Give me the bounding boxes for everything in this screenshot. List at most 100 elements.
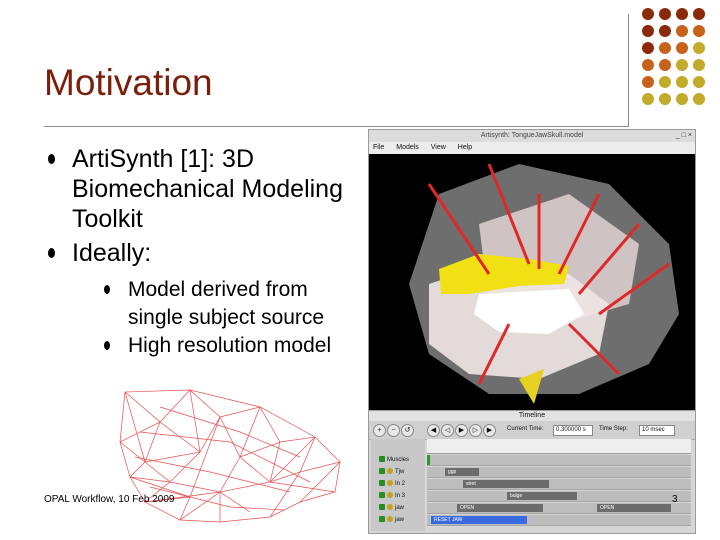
timeline-track[interactable]: OPEN OPEN: [427, 503, 691, 514]
decorative-dot: [659, 8, 671, 20]
track-label[interactable]: In 2: [371, 479, 425, 489]
vertical-divider: [628, 14, 629, 126]
play-icon[interactable]: ▶: [455, 424, 468, 437]
bullet-text: Ideally:: [72, 239, 152, 267]
wireframe-mesh-image: [119, 389, 342, 523]
bullet-icon: [48, 154, 55, 164]
track-toggle-icon[interactable]: [379, 516, 385, 523]
probe-block[interactable]: ggp: [445, 468, 479, 476]
timeline-track[interactable]: bulge: [427, 491, 691, 502]
decorative-dot: [693, 8, 705, 20]
sub-bullet-item: High resolution model: [104, 332, 368, 360]
menu-file[interactable]: File: [373, 144, 384, 151]
step-back-icon[interactable]: ◁: [441, 424, 454, 437]
step-forward-icon[interactable]: ▷: [469, 424, 482, 437]
slide-title: Motivation: [44, 62, 213, 103]
title-divider: [44, 126, 629, 127]
decorative-dot: [676, 42, 688, 54]
probe-block[interactable]: OPEN: [597, 504, 671, 512]
probe-block[interactable]: bulge: [507, 492, 577, 500]
menu-view[interactable]: View: [431, 144, 446, 151]
menu-models[interactable]: Models: [396, 144, 419, 151]
timeline-track[interactable]: [427, 455, 691, 466]
timeline-window: Timeline + − ↺ ◀ ◁ ▶ ▷ ▶ Current Time: 0…: [368, 410, 696, 534]
track-label[interactable]: Muscles: [371, 455, 425, 465]
artisynth-window: Artisynth: TongueJawSkull.model _ □ × Fi…: [368, 129, 696, 411]
current-time-label: Current Time:: [507, 426, 544, 432]
probe-block[interactable]: RESET JAW: [431, 516, 527, 524]
decorative-dot: [693, 93, 705, 105]
zoom-out-icon[interactable]: −: [387, 424, 400, 437]
track-type-icon: [387, 504, 393, 511]
decorative-dot: [693, 59, 705, 71]
zoom-in-icon[interactable]: +: [373, 424, 386, 437]
reset-icon[interactable]: ↺: [401, 424, 414, 437]
rewind-icon[interactable]: ◀: [427, 424, 440, 437]
decorative-dot: [642, 42, 654, 54]
decorative-dot: [659, 42, 671, 54]
track-label[interactable]: In 3: [371, 491, 425, 501]
track-label[interactable]: jaw: [371, 515, 425, 525]
bullet-item: Ideally: Model derived from single subje…: [48, 238, 368, 360]
fast-forward-icon[interactable]: ▶: [483, 424, 496, 437]
track-type-icon: [387, 492, 393, 499]
decorative-dot: [676, 59, 688, 71]
decorative-dot: [693, 42, 705, 54]
bullet-icon: [104, 341, 110, 350]
page-number: 3: [672, 494, 678, 505]
bullet-text: ArtiSynth [1]: 3D Biomechanical Modeling…: [72, 145, 343, 233]
decorative-dot: [676, 93, 688, 105]
timeline-toolbar: + − ↺ ◀ ◁ ▶ ▷ ▶ Current Time: 0.300000 s…: [369, 421, 695, 440]
timeline-title: Timeline: [518, 412, 546, 419]
window-title-bar: Artisynth: TongueJawSkull.model _ □ ×: [369, 130, 695, 142]
decorative-dot: [659, 59, 671, 71]
slide-footer: OPAL Workflow, 10 Feb 2009: [44, 494, 175, 505]
current-time-field[interactable]: 0.300000 s: [553, 425, 593, 436]
3d-jaw-model-viewport[interactable]: [369, 154, 695, 410]
decorative-dot: [659, 93, 671, 105]
track-toggle-icon[interactable]: [379, 492, 385, 499]
menu-help[interactable]: Help: [458, 144, 472, 151]
decorative-dot-grid: [642, 8, 720, 118]
sub-bullet-text: High resolution model: [128, 334, 332, 357]
timeline-ruler[interactable]: [427, 439, 691, 454]
bullet-list: ArtiSynth [1]: 3D Biomechanical Modeling…: [48, 144, 368, 364]
time-step-label: Time Step:: [599, 426, 628, 432]
decorative-dot: [659, 25, 671, 37]
probe-block[interactable]: stret: [463, 480, 549, 488]
decorative-dot: [676, 76, 688, 88]
decorative-dot: [642, 8, 654, 20]
decorative-dot: [642, 25, 654, 37]
decorative-dot: [642, 59, 654, 71]
decorative-dot: [693, 76, 705, 88]
track-label[interactable]: jaw: [371, 503, 425, 513]
sub-bullet-item: Model derived from single subject source: [104, 276, 368, 332]
window-controls[interactable]: _ □ ×: [676, 132, 692, 140]
time-step-field[interactable]: 10 msec: [639, 425, 675, 436]
timeline-track[interactable]: RESET JAW: [427, 515, 691, 526]
sub-bullet-text: Model derived from single subject source: [128, 278, 325, 329]
decorative-dot: [693, 25, 705, 37]
menu-bar: File Models View Help: [369, 142, 695, 154]
track-toggle-icon[interactable]: [379, 480, 385, 487]
track-type-icon: [387, 480, 393, 487]
timeline-track[interactable]: stret: [427, 479, 691, 490]
decorative-dot: [659, 76, 671, 88]
bullet-icon: [48, 248, 55, 258]
decorative-dot: [642, 93, 654, 105]
decorative-dot: [676, 25, 688, 37]
track-label[interactable]: Tjw: [371, 467, 425, 477]
decorative-dot: [676, 8, 688, 20]
timeline-title-bar: Timeline: [369, 411, 695, 421]
window-title: Artisynth: TongueJawSkull.model: [480, 132, 584, 139]
sub-bullet-list: Model derived from single subject source…: [104, 276, 368, 360]
track-type-icon: [387, 516, 393, 523]
timeline-track[interactable]: ggp: [427, 467, 691, 478]
playhead[interactable]: [427, 455, 430, 465]
bullet-item: ArtiSynth [1]: 3D Biomechanical Modeling…: [48, 144, 368, 234]
track-toggle-icon[interactable]: [379, 456, 385, 463]
track-type-icon: [387, 468, 393, 475]
probe-block[interactable]: OPEN: [457, 504, 543, 512]
track-toggle-icon[interactable]: [379, 468, 385, 475]
track-toggle-icon[interactable]: [379, 504, 385, 511]
